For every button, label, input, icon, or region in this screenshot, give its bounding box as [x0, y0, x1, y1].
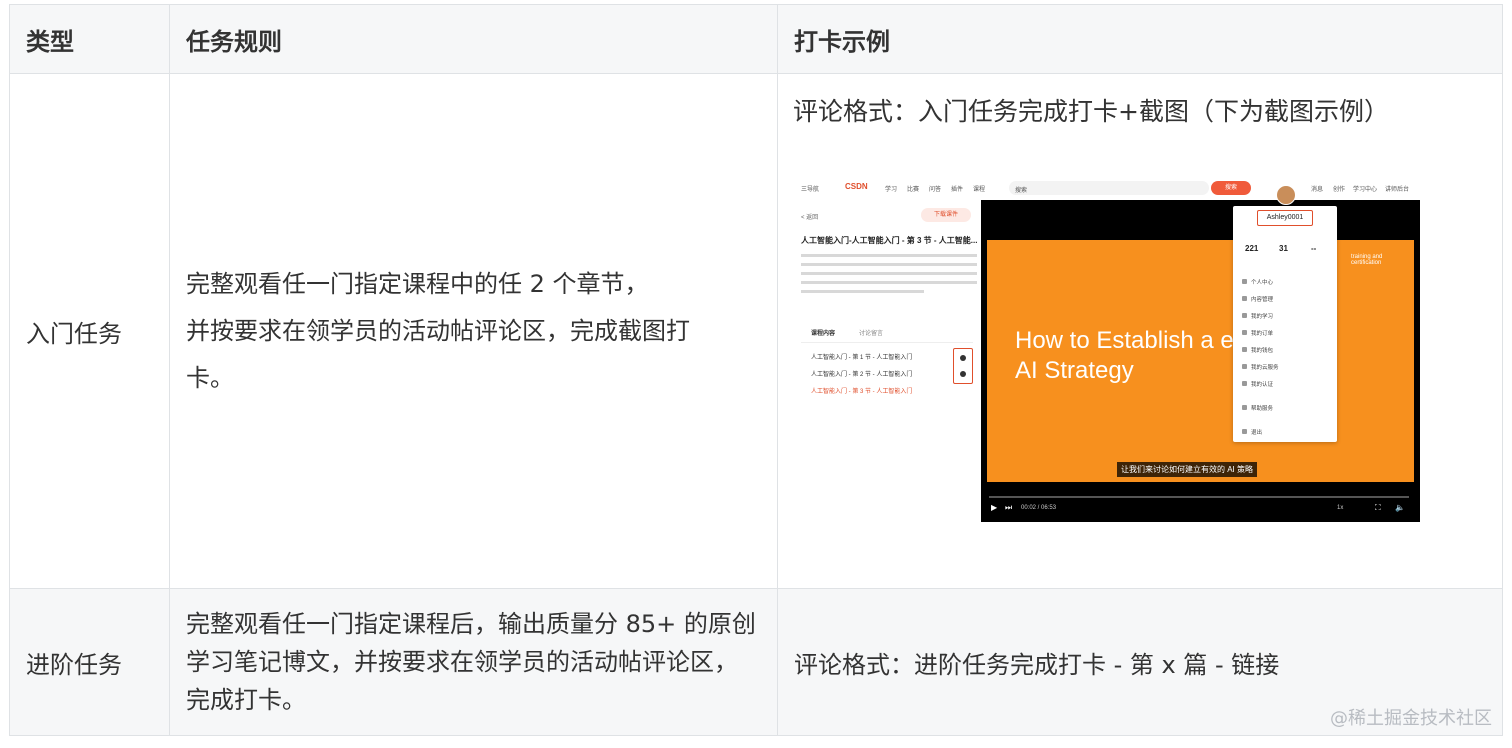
speed-control: 1x: [1337, 505, 1344, 511]
menu-item: 我的云服务: [1242, 364, 1279, 371]
play-icon: ▶: [991, 503, 998, 512]
slide-brand: training and certification: [1351, 254, 1383, 266]
csdn-logo: CSDN: [845, 182, 868, 191]
nav-link: 问答: [929, 187, 942, 193]
task-type-cell: 入门任务: [9, 73, 170, 589]
tab-content: 课程内容: [811, 331, 836, 337]
example-format-text: 评论格式：进阶任务完成打卡 - 第 x 篇 - 链接: [794, 650, 1280, 679]
next-icon: ⏭: [1005, 503, 1013, 512]
menu-item: 内容管理: [1241, 296, 1274, 303]
header-rule: 任务规则: [169, 4, 778, 74]
nav-link: 消息: [1311, 187, 1324, 193]
volume-icon: 🔈: [1395, 503, 1405, 512]
site-header: 三导航 CSDN 学习 比赛 问答 插件 课程 搜索 搜索 消息 创作 学习中心…: [793, 180, 1420, 198]
table-row: 进阶任务 完整观看任一门指定课程后，输出质量分 85+ 的原创 学习笔记博文，并…: [9, 588, 1503, 736]
tab-comments: 讨论留言: [859, 331, 884, 337]
rule-line: 完整观看任一门指定课程后，输出质量分 85+ 的原创: [186, 610, 756, 638]
user-menu: Ashley0001 221 31 -- 个人中心 内容管理 我的学习 我的订单…: [1233, 206, 1337, 442]
lesson-item: 人工智能入门 - 第 3 节 - 人工智能入门: [811, 389, 913, 395]
download-button: 下载课件: [921, 208, 971, 222]
menu-item: 帮助服务: [1241, 405, 1274, 412]
menu-item: 我的认证: [1241, 381, 1274, 388]
example-format-text: 评论格式：入门任务完成打卡+截图（下为截图示例）: [793, 97, 1389, 126]
task-rule-text: 完整观看任一门指定课程中的任 2 个章节， 并按要求在领学员的活动帖评论区，完成…: [186, 261, 777, 402]
slide-title: How to Establish a e AI Strategy: [1015, 327, 1234, 384]
menu-item: 个人中心: [1241, 279, 1274, 286]
menu-item: 我的学习: [1241, 313, 1274, 320]
course-tabs: 课程内容 讨论留言: [801, 320, 973, 343]
fullscreen-icon: ⛶: [1375, 503, 1381, 512]
time-readout: 00:02 / 06:53: [1021, 505, 1057, 511]
nav-link: 创作: [1333, 187, 1346, 193]
course-description: [801, 248, 977, 308]
username: Ashley0001: [1257, 210, 1313, 226]
table-header-row: 类型 任务规则 打卡示例: [9, 4, 1503, 74]
task-rule-text: 完整观看任一门指定课程后，输出质量分 85+ 的原创 学习笔记博文，并按要求在领…: [186, 605, 777, 719]
header-type: 类型: [9, 4, 170, 74]
avatar: [1276, 185, 1296, 205]
user-stats: 221 31 --: [1245, 244, 1317, 253]
nav-menu: 三导航: [801, 187, 820, 193]
menu-item: 我的钱包: [1241, 347, 1274, 354]
video-slide: training and certification How to Establ…: [987, 240, 1414, 482]
rule-line: 并按要求在领学员的活动帖评论区，完成截图打: [186, 316, 690, 345]
task-rule-cell: 完整观看任一门指定课程后，输出质量分 85+ 的原创 学习笔记博文，并按要求在领…: [169, 588, 778, 736]
course-panel: < 返回 下载课件 人工智能入门-人工智能入门 - 第 3 节 - 人工智能..…: [793, 200, 981, 525]
lesson-item: 人工智能入门 - 第 1 节 - 人工智能入门: [811, 355, 913, 361]
progress-bar: [989, 496, 1409, 498]
menu-item: 退出: [1241, 429, 1263, 436]
video-subtitle: 让我们来讨论如何建立有效的 AI 策略: [1117, 462, 1258, 477]
example-screenshot: 三导航 CSDN 学习 比赛 问答 插件 课程 搜索 搜索 消息 创作 学习中心…: [793, 170, 1420, 525]
video-player: training and certification How to Establ…: [981, 200, 1420, 522]
nav-link: 学习: [885, 187, 898, 193]
search-input: 搜索: [1009, 181, 1209, 195]
nav-link: 课程: [973, 187, 986, 193]
header-example: 打卡示例: [777, 4, 1503, 74]
course-title: 人工智能入门-人工智能入门 - 第 3 节 - 人工智能...: [801, 236, 978, 245]
rule-line: 卡。: [186, 363, 234, 392]
nav-link: 讲师后台: [1385, 187, 1410, 193]
watermark: @稀土掘金技术社区: [1330, 708, 1492, 729]
task-type-cell: 进阶任务: [9, 588, 170, 736]
nav-link: 插件: [951, 187, 964, 193]
task-rule-cell: 完整观看任一门指定课程中的任 2 个章节， 并按要求在领学员的活动帖评论区，完成…: [169, 73, 778, 589]
menu-item: 我的订单: [1241, 330, 1274, 337]
highlight-box: [953, 348, 973, 384]
player-controls: ▶ ⏭ 00:02 / 06:53 1x ⛶ 🔈: [981, 495, 1420, 522]
rule-line: 完成打卡。: [186, 686, 306, 714]
rule-line: 学习笔记博文，并按要求在领学员的活动帖评论区，: [186, 648, 738, 676]
search-button: 搜索: [1211, 181, 1251, 195]
rule-line: 完整观看任一门指定课程中的任 2 个章节，: [186, 269, 649, 298]
lesson-item: 人工智能入门 - 第 2 节 - 人工智能入门: [811, 372, 913, 378]
back-link: < 返回: [801, 215, 819, 221]
nav-link: 学习中心: [1353, 187, 1378, 193]
nav-link: 比赛: [907, 187, 920, 193]
